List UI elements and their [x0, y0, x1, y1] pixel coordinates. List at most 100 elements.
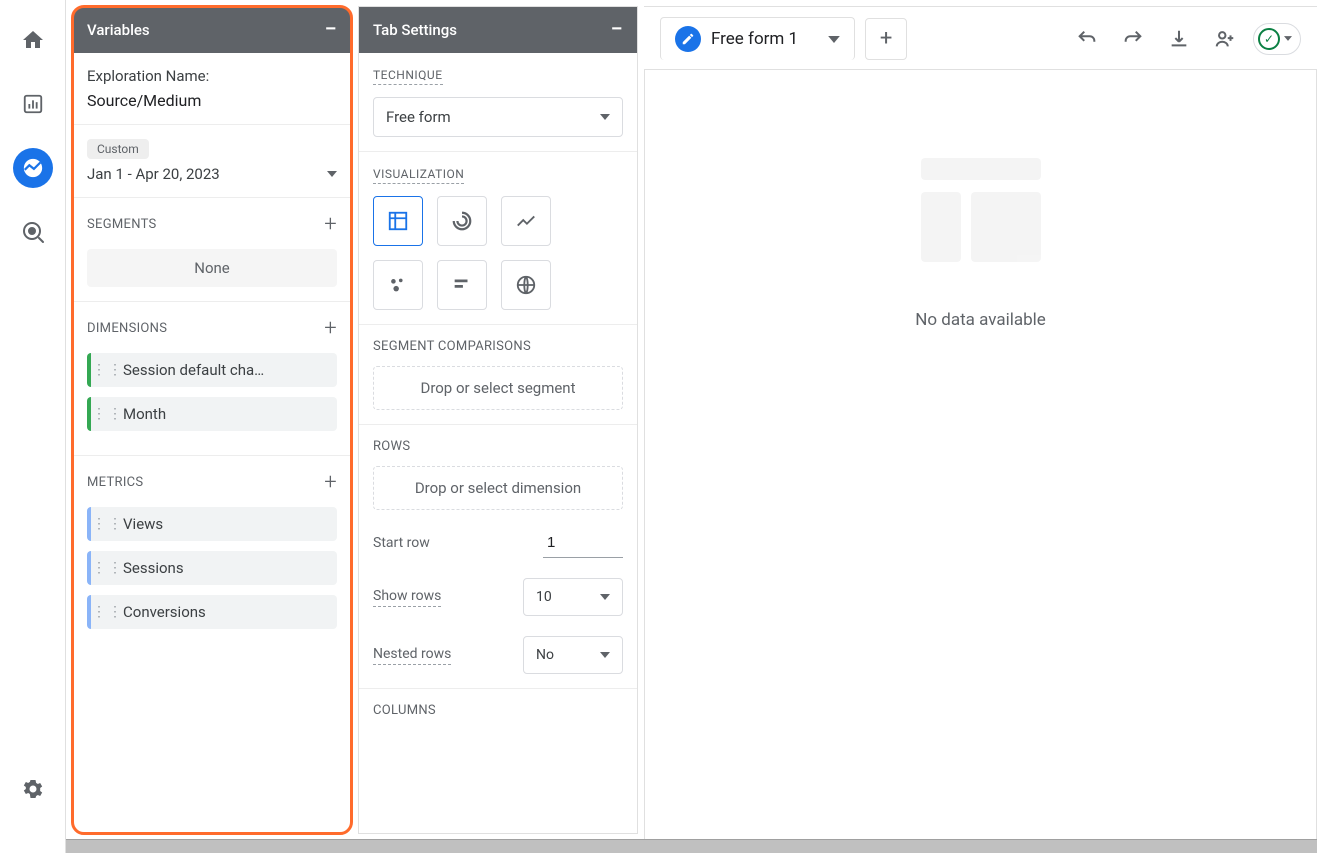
export-button[interactable]	[1161, 21, 1197, 57]
download-icon	[1168, 28, 1190, 50]
columns-section: COLUMNS	[359, 689, 637, 732]
show-rows-label: Show rows	[373, 588, 441, 607]
nested-rows-select[interactable]: No	[523, 636, 623, 674]
donut-icon	[451, 210, 473, 232]
horizontal-scrollbar[interactable]	[66, 839, 1317, 853]
tab-freeform[interactable]: Free form 1	[660, 17, 855, 60]
share-button[interactable]	[1207, 21, 1243, 57]
scatter-icon	[387, 274, 409, 296]
canvas-body: No data available	[644, 69, 1317, 853]
technique-section: TECHNIQUE Free form	[359, 53, 637, 152]
table-icon	[387, 210, 409, 232]
variables-panel-title: Variables	[87, 21, 150, 39]
show-rows-value: 10	[536, 589, 552, 605]
metrics-header: METRICS	[87, 475, 143, 490]
viz-table-button[interactable]	[373, 196, 423, 246]
nav-home[interactable]	[13, 20, 53, 60]
undo-button[interactable]	[1069, 21, 1105, 57]
add-metric-button[interactable]: +	[324, 470, 337, 495]
viz-bar-button[interactable]	[437, 260, 487, 310]
metric-chip[interactable]: ⋮⋮ Conversions	[87, 595, 337, 629]
nav-explore[interactable]	[13, 148, 53, 188]
nav-advertising[interactable]	[13, 212, 53, 252]
exploration-name-section: Exploration Name: Source/Medium	[73, 53, 351, 125]
nav-settings[interactable]	[13, 769, 53, 809]
date-range-chip: Custom	[87, 139, 149, 159]
canvas-area: Free form 1 + ✓	[644, 6, 1317, 853]
metric-chip[interactable]: ⋮⋮ Views	[87, 507, 337, 541]
segments-header: SEGMENTS	[87, 217, 157, 232]
rows-section: ROWS Drop or select dimension Start row …	[359, 425, 637, 689]
globe-icon	[515, 274, 537, 296]
nav-reports[interactable]	[13, 84, 53, 124]
undo-icon	[1076, 28, 1098, 50]
add-tab-button[interactable]: +	[865, 18, 907, 60]
show-rows-select[interactable]: 10	[523, 578, 623, 616]
variables-panel-header: Variables −	[73, 7, 351, 53]
segment-comparisons-section: SEGMENT COMPARISONS Drop or select segme…	[359, 325, 637, 425]
dimension-chip[interactable]: ⋮⋮ Session default cha…	[87, 353, 337, 387]
columns-header: COLUMNS	[373, 703, 623, 718]
metrics-section: METRICS + ⋮⋮ Views ⋮⋮ Sessions ⋮⋮ Conver…	[73, 456, 351, 653]
left-nav-rail	[0, 0, 66, 853]
collapse-tabsettings-button[interactable]: −	[611, 19, 623, 41]
metric-chip-label: Sessions	[123, 559, 184, 577]
tab-title: Free form 1	[711, 29, 798, 49]
dropdown-caret-icon[interactable]	[828, 36, 840, 43]
viz-scatter-button[interactable]	[373, 260, 423, 310]
drag-handle-icon: ⋮⋮	[101, 361, 115, 379]
no-data-text: No data available	[915, 310, 1046, 330]
gear-icon	[21, 777, 45, 801]
bar-chart-icon	[22, 93, 44, 115]
canvas-toolbar: Free form 1 + ✓	[644, 7, 1317, 70]
drag-handle-icon: ⋮⋮	[101, 405, 115, 423]
date-range-text: Jan 1 - Apr 20, 2023	[87, 165, 220, 183]
metric-chip-label: Conversions	[123, 603, 206, 621]
date-range-section[interactable]: Custom Jan 1 - Apr 20, 2023	[73, 125, 351, 198]
drag-handle-icon: ⋮⋮	[101, 559, 115, 577]
dimension-chip-label: Month	[123, 405, 166, 423]
metric-chip-label: Views	[123, 515, 163, 533]
dimensions-header: DIMENSIONS	[87, 321, 167, 336]
tab-settings-panel: Tab Settings − TECHNIQUE Free form VISUA…	[358, 6, 638, 834]
dimensions-section: DIMENSIONS + ⋮⋮ Session default cha… ⋮⋮ …	[73, 302, 351, 456]
viz-geo-button[interactable]	[501, 260, 551, 310]
tab-settings-panel-title: Tab Settings	[373, 21, 457, 39]
drag-handle-icon: ⋮⋮	[101, 515, 115, 533]
nested-rows-value: No	[536, 647, 554, 663]
status-button[interactable]: ✓	[1253, 23, 1301, 55]
dropdown-caret-icon	[600, 114, 610, 120]
redo-button[interactable]	[1115, 21, 1151, 57]
dimension-chip[interactable]: ⋮⋮ Month	[87, 397, 337, 431]
viz-donut-button[interactable]	[437, 196, 487, 246]
visualization-header: VISUALIZATION	[373, 167, 464, 184]
no-data-illustration	[911, 150, 1051, 270]
viz-line-button[interactable]	[501, 196, 551, 246]
target-icon	[21, 220, 45, 244]
add-segment-button[interactable]: +	[324, 212, 337, 237]
dimension-chip-label: Session default cha…	[123, 361, 264, 379]
nested-rows-label: Nested rows	[373, 646, 451, 665]
segments-none: None	[87, 249, 337, 287]
drag-handle-icon: ⋮⋮	[101, 603, 115, 621]
rows-header: ROWS	[373, 439, 623, 454]
edit-tab-icon	[675, 26, 701, 52]
hbar-icon	[451, 274, 473, 296]
collapse-variables-button[interactable]: −	[325, 19, 337, 41]
start-row-label: Start row	[373, 535, 430, 553]
variables-panel: Variables − Exploration Name: Source/Med…	[72, 6, 352, 834]
metric-chip[interactable]: ⋮⋮ Sessions	[87, 551, 337, 585]
segment-comparisons-header: SEGMENT COMPARISONS	[373, 339, 623, 354]
dropdown-caret-icon	[600, 652, 610, 658]
dropdown-caret-icon	[600, 594, 610, 600]
segment-drop-zone[interactable]: Drop or select segment	[373, 366, 623, 410]
segments-section: SEGMENTS + None	[73, 198, 351, 302]
dropdown-caret-icon	[1284, 36, 1292, 41]
technique-select[interactable]: Free form	[373, 97, 623, 137]
rows-drop-zone[interactable]: Drop or select dimension	[373, 466, 623, 510]
tab-settings-panel-header: Tab Settings −	[359, 7, 637, 53]
add-dimension-button[interactable]: +	[324, 316, 337, 341]
line-chart-icon	[515, 210, 537, 232]
exploration-name-value[interactable]: Source/Medium	[87, 91, 337, 110]
start-row-input[interactable]	[543, 530, 623, 558]
